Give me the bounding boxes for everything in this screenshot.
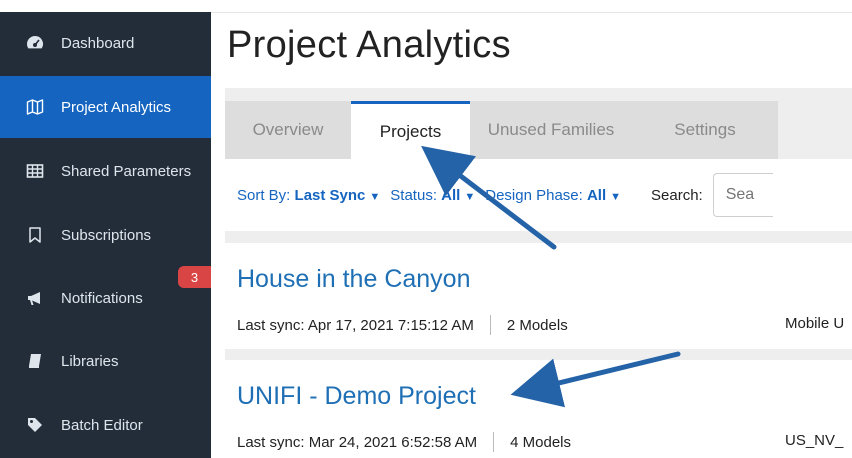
filter-bar: Sort By: Last Sync ▼ Status: All ▼ Design …: [225, 159, 852, 231]
sidebar-top-strip: [0, 0, 211, 12]
tag-icon: [26, 416, 44, 434]
sidebar-item-label: Project Analytics: [61, 98, 172, 116]
dashboard-icon: [26, 34, 44, 52]
status-dropdown[interactable]: Status: All ▼: [390, 187, 475, 204]
caret-down-icon: ▼: [610, 190, 622, 203]
book-icon: [26, 352, 44, 370]
sidebar-item-subscriptions[interactable]: Subscriptions: [0, 204, 211, 266]
sort-by-value: Last Sync: [294, 186, 366, 204]
sort-by-label: Sort By:: [237, 186, 291, 204]
tab-overview[interactable]: Overview: [225, 101, 351, 159]
sidebar-item-dashboard[interactable]: Dashboard: [0, 12, 211, 74]
sidebar-item-label: Batch Editor: [61, 416, 143, 434]
sidebar-item-shared-parameters[interactable]: Shared Parameters: [0, 140, 211, 202]
search-label: Search:: [651, 186, 703, 204]
map-icon: [26, 98, 44, 116]
caret-down-icon: ▼: [369, 190, 381, 203]
sidebar-item-batch-editor[interactable]: Batch Editor: [0, 394, 211, 456]
project-meta: Last sync: Apr 17, 2021 7:15:12 AM 2 Mod…: [237, 315, 568, 335]
meta-divider: [489, 315, 491, 335]
sidebar-item-label: Notifications: [61, 289, 143, 307]
project-title-link[interactable]: UNIFI - Demo Project: [237, 382, 476, 411]
sidebar-item-label: Shared Parameters: [61, 162, 192, 180]
tab-unused-families[interactable]: Unused Families: [470, 101, 632, 159]
project-meta: Last sync: Mar 24, 2021 6:52:58 AM 4 Mod…: [237, 432, 571, 452]
design-phase-dropdown[interactable]: Design Phase: All ▼: [485, 187, 621, 204]
last-sync-text: Last sync: Mar 24, 2021 6:52:58 AM: [237, 433, 478, 451]
tab-settings[interactable]: Settings: [632, 101, 778, 159]
meta-divider: [493, 432, 495, 452]
status-value: All: [441, 186, 461, 204]
page-title: Project Analytics: [227, 24, 511, 66]
project-location-text: Mobile U: [785, 315, 845, 332]
project-card[interactable]: House in the Canyon Last sync: Apr 17, 2…: [225, 243, 852, 349]
models-count: 2 Models: [506, 316, 568, 334]
models-count: 4 Models: [510, 433, 572, 451]
sidebar-item-libraries[interactable]: Libraries: [0, 330, 211, 392]
sidebar-item-label: Dashboard: [61, 34, 135, 52]
bookmark-icon: [26, 226, 44, 244]
table-icon: [26, 162, 44, 180]
sidebar: Dashboard Project Analytics Shared Param…: [0, 0, 211, 458]
last-sync-text: Last sync: Apr 17, 2021 7:15:12 AM: [237, 316, 474, 334]
status-label: Status:: [390, 186, 437, 204]
sidebar-item-project-analytics[interactable]: Project Analytics: [0, 76, 211, 138]
sidebar-item-label: Libraries: [61, 352, 119, 370]
megaphone-icon: [26, 289, 44, 307]
header-strip: [211, 0, 852, 13]
main-area: Project Analytics Overview Projects Unus…: [211, 0, 852, 458]
sort-by-dropdown[interactable]: Sort By: Last Sync ▼: [237, 187, 380, 204]
design-phase-label: Design Phase:: [485, 186, 583, 204]
content-panel: Overview Projects Unused Families Settin…: [225, 88, 852, 458]
project-card[interactable]: UNIFI - Demo Project Last sync: Mar 24, …: [225, 360, 852, 458]
caret-down-icon: ▼: [464, 190, 476, 203]
project-location-text: US_NV_: [785, 432, 844, 449]
project-title-link[interactable]: House in the Canyon: [237, 265, 470, 294]
sidebar-item-label: Subscriptions: [61, 226, 152, 244]
tab-projects[interactable]: Projects: [351, 101, 470, 159]
notifications-badge: 3: [178, 266, 211, 288]
design-phase-value: All: [586, 186, 607, 204]
search-input[interactable]: [712, 173, 773, 217]
tab-bar: Overview Projects Unused Families Settin…: [225, 101, 778, 159]
